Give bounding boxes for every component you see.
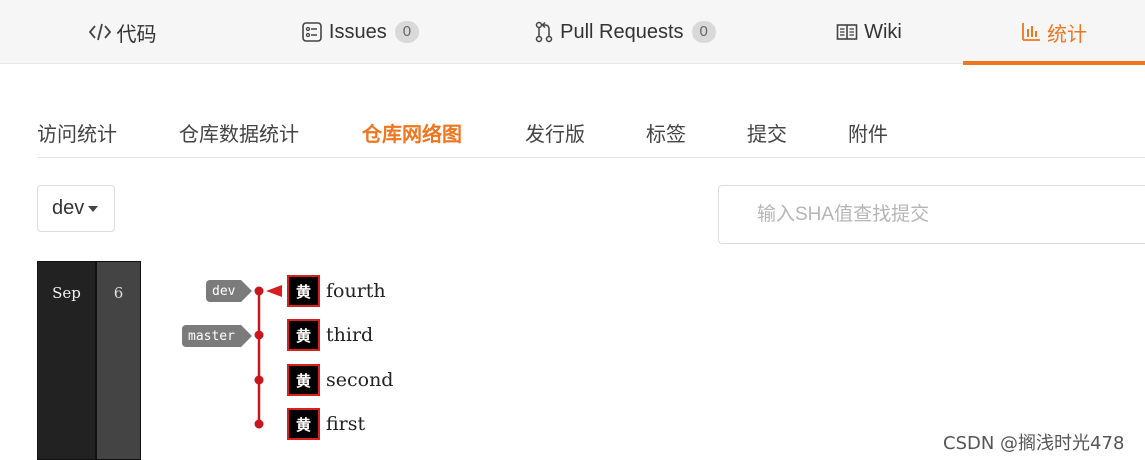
ref-label-dev[interactable]: dev [206,280,254,302]
commit-row[interactable]: 黄 third [287,319,373,351]
watermark: CSDN @搁浅时光478 [943,433,1125,454]
commit-node[interactable] [254,286,264,296]
commit-message[interactable]: third [326,324,373,346]
commit-row[interactable]: 黄 fourth [287,275,386,307]
network-graph-lines [254,285,282,429]
commit-message[interactable]: fourth [326,280,386,302]
commit-node[interactable] [254,375,264,385]
author-avatar: 黄 [287,275,320,307]
commit-message[interactable]: first [326,413,365,435]
author-avatar: 黄 [287,364,320,396]
author-avatar: 黄 [287,319,320,351]
commit-row[interactable]: 黄 second [287,364,393,396]
ref-label-master[interactable]: master [182,325,252,347]
commit-message[interactable]: second [326,369,393,391]
commit-node[interactable] [254,419,264,429]
head-pointer-icon [266,285,282,297]
commit-row[interactable]: 黄 first [287,408,365,440]
author-avatar: 黄 [287,408,320,440]
commit-node[interactable] [254,330,264,340]
network-graph: dev master 黄 fourth 黄 third 黄 second 黄 f… [0,0,1145,460]
